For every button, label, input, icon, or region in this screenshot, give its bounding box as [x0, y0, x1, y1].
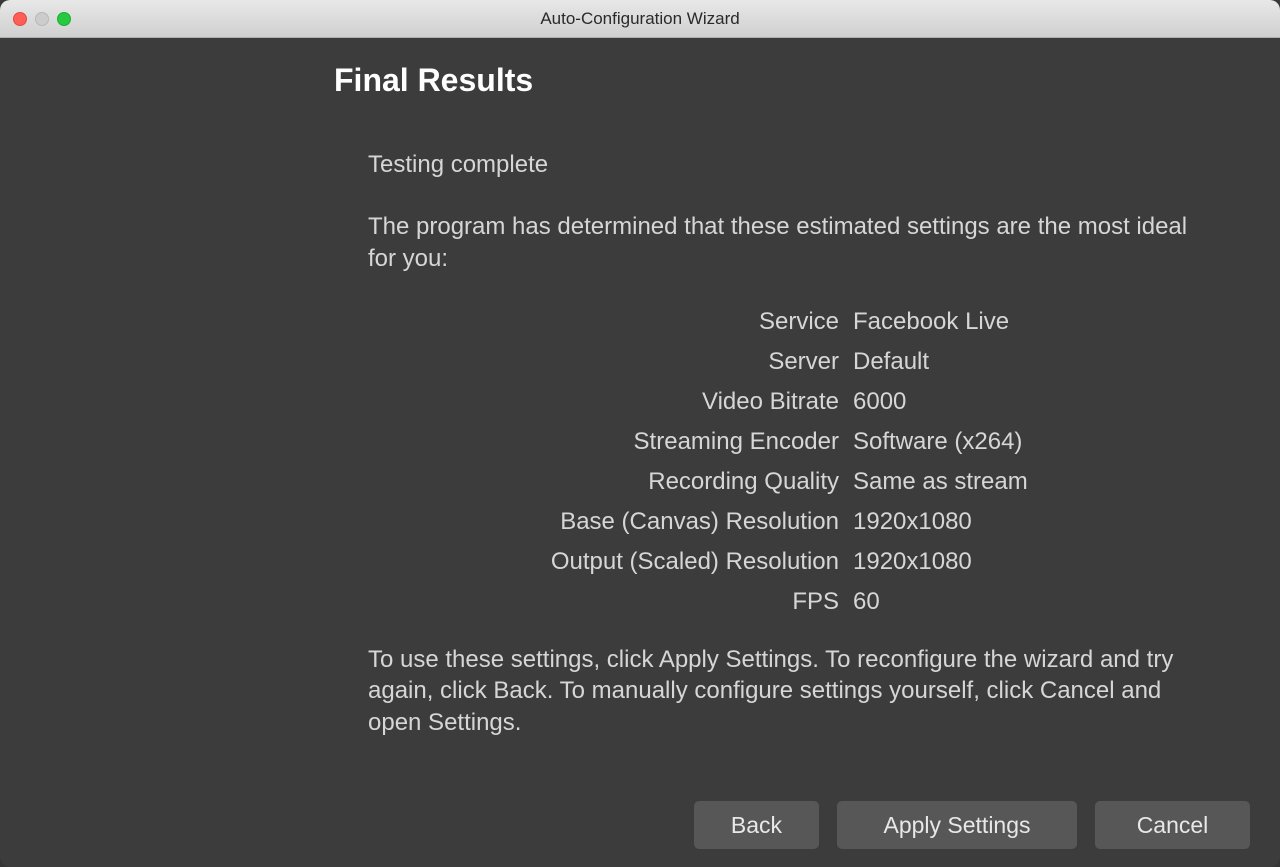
settings-row-service: Service Facebook Live: [368, 308, 1210, 336]
page-title: Final Results: [0, 38, 1280, 99]
settings-label: FPS: [368, 588, 853, 616]
back-button[interactable]: Back: [694, 801, 819, 849]
settings-row-base-resolution: Base (Canvas) Resolution 1920x1080: [368, 508, 1210, 536]
settings-label: Recording Quality: [368, 468, 853, 496]
minimize-window-icon: [35, 12, 49, 26]
settings-label: Video Bitrate: [368, 388, 853, 416]
settings-label: Base (Canvas) Resolution: [368, 508, 853, 536]
intro-text: The program has determined that these es…: [368, 211, 1210, 276]
settings-row-output-resolution: Output (Scaled) Resolution 1920x1080: [368, 548, 1210, 576]
settings-value: 6000: [853, 388, 1210, 416]
wizard-content: Final Results Testing complete The progr…: [0, 38, 1280, 867]
maximize-window-icon[interactable]: [57, 12, 71, 26]
settings-value: Facebook Live: [853, 308, 1210, 336]
settings-value: 1920x1080: [853, 548, 1210, 576]
settings-value: Software (x264): [853, 428, 1210, 456]
close-window-icon[interactable]: [13, 12, 27, 26]
settings-row-fps: FPS 60: [368, 588, 1210, 616]
status-heading: Testing complete: [368, 151, 1210, 179]
settings-value: 60: [853, 588, 1210, 616]
settings-label: Server: [368, 348, 853, 376]
cancel-button[interactable]: Cancel: [1095, 801, 1250, 849]
settings-row-streaming-encoder: Streaming Encoder Software (x264): [368, 428, 1210, 456]
window-title: Auto-Configuration Wizard: [540, 9, 739, 29]
body-content: Testing complete The program has determi…: [0, 99, 1280, 739]
settings-row-recording-quality: Recording Quality Same as stream: [368, 468, 1210, 496]
settings-label: Service: [368, 308, 853, 336]
settings-row-video-bitrate: Video Bitrate 6000: [368, 388, 1210, 416]
settings-value: 1920x1080: [853, 508, 1210, 536]
traffic-lights: [0, 12, 71, 26]
button-bar: Back Apply Settings Cancel: [694, 801, 1250, 849]
settings-table: Service Facebook Live Server Default Vid…: [368, 308, 1210, 616]
settings-row-server: Server Default: [368, 348, 1210, 376]
settings-value: Default: [853, 348, 1210, 376]
apply-settings-button[interactable]: Apply Settings: [837, 801, 1077, 849]
settings-value: Same as stream: [853, 468, 1210, 496]
settings-label: Output (Scaled) Resolution: [368, 548, 853, 576]
titlebar: Auto-Configuration Wizard: [0, 0, 1280, 38]
outro-text: To use these settings, click Apply Setti…: [368, 644, 1210, 739]
settings-label: Streaming Encoder: [368, 428, 853, 456]
